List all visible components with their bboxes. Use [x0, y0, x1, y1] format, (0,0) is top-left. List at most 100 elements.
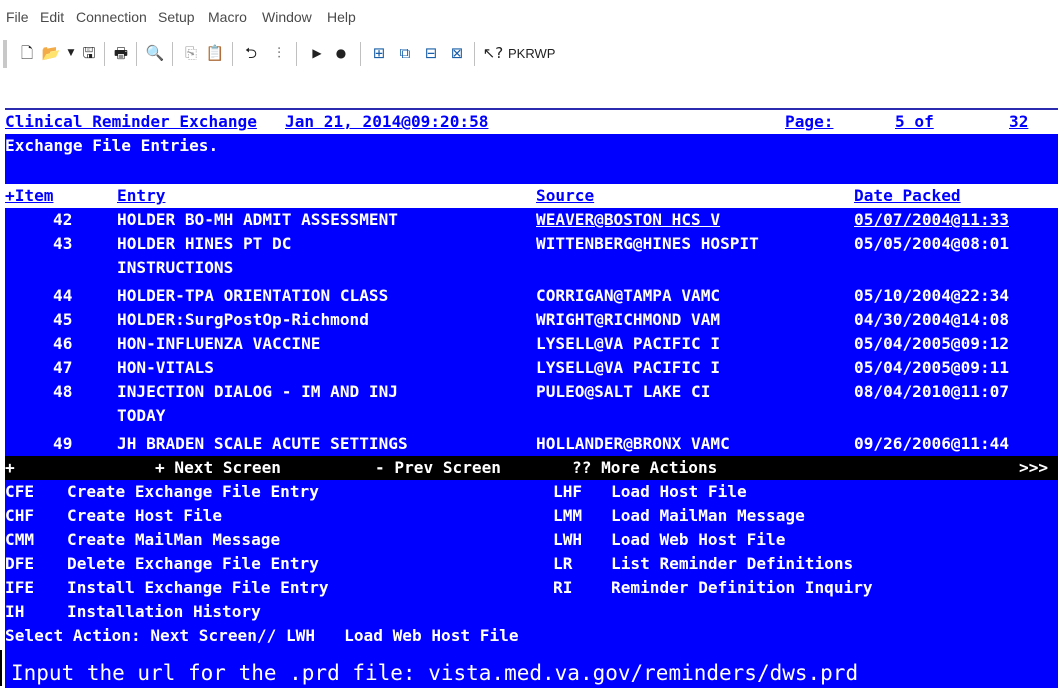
- more-actions[interactable]: ?? More Actions: [572, 456, 717, 480]
- table-row[interactable]: 48 INJECTION DIALOG - IM AND INJ PULEO@S…: [5, 380, 1058, 404]
- action-code[interactable]: CMM: [5, 528, 34, 552]
- toolbar-separator: [172, 42, 173, 66]
- action-code[interactable]: IFE: [5, 576, 34, 600]
- action-label[interactable]: Installation History: [67, 600, 261, 624]
- url-input-prompt[interactable]: Input the url for the .prd file: vista.m…: [5, 658, 1058, 688]
- open-folder-icon[interactable]: 📂: [40, 42, 62, 64]
- play-macro-icon[interactable]: ▶: [306, 42, 328, 64]
- session-label: PKRWP: [508, 46, 556, 61]
- row-item: 42: [53, 210, 73, 229]
- subtitle: Exchange File Entries.: [5, 136, 219, 155]
- row-source: WRIGHT@RICHMOND VAM: [536, 310, 721, 329]
- print-icon[interactable]: 🖶: [110, 42, 132, 64]
- menu-edit[interactable]: Edit: [40, 9, 64, 25]
- column-header: +Item Entry Source Date Packed: [5, 184, 1058, 208]
- action-label[interactable]: Load Host File: [611, 480, 747, 504]
- menu-help[interactable]: Help: [327, 9, 356, 25]
- disconnect-icon[interactable]: ⫶: [268, 42, 290, 64]
- action-label[interactable]: Create Host File: [67, 504, 222, 528]
- action-code[interactable]: LHF: [553, 480, 582, 504]
- row-source: HOLLANDER@BRONX VAMC: [536, 434, 730, 453]
- row-item: 49: [53, 434, 73, 453]
- action-label[interactable]: Create Exchange File Entry: [67, 480, 319, 504]
- action-row: IFE Install Exchange File Entry RI Remin…: [5, 576, 1058, 600]
- table-row[interactable]: 45 HOLDER:SurgPostOp-Richmond WRIGHT@RIC…: [5, 308, 1058, 332]
- action-row: DFE Delete Exchange File Entry LR List R…: [5, 552, 1058, 576]
- context-help-icon[interactable]: ↖?: [482, 42, 504, 64]
- prev-screen-action[interactable]: - Prev Screen: [375, 456, 501, 480]
- action-code[interactable]: CFE: [5, 480, 34, 504]
- toolbar-separator: [360, 42, 361, 66]
- row-date: 05/04/2005@09:12: [854, 334, 1010, 353]
- menu-file[interactable]: File: [6, 9, 29, 25]
- action-code[interactable]: RI: [553, 576, 572, 600]
- next-screen-action[interactable]: + Next Screen: [155, 456, 281, 480]
- page-value: 5 of: [895, 112, 934, 131]
- table-row[interactable]: 42 HOLDER BO-MH ADMIT ASSESSMENT WEAVER@…: [5, 208, 1058, 232]
- table-row-continuation[interactable]: TODAY: [5, 404, 1058, 428]
- table-row[interactable]: 43 HOLDER HINES PT DC WITTENBERG@HINES H…: [5, 232, 1058, 256]
- toolbar-separator: [296, 42, 297, 66]
- row-entry: INSTRUCTIONS: [117, 258, 234, 277]
- more-arrows: >>>: [1019, 458, 1049, 477]
- menu-macro[interactable]: Macro: [208, 9, 247, 25]
- action-code[interactable]: CHF: [5, 504, 34, 528]
- page-label: Page:: [785, 112, 834, 131]
- save-icon[interactable]: 🖫: [78, 42, 100, 64]
- action-code[interactable]: LMM: [553, 504, 582, 528]
- table-row[interactable]: 49 JH BRADEN SCALE ACUTE SETTINGS HOLLAN…: [5, 432, 1058, 456]
- action-label[interactable]: Delete Exchange File Entry: [67, 552, 319, 576]
- table-row[interactable]: 46 HON-INFLUENZA VACCINE LYSELL@VA PACIF…: [5, 332, 1058, 356]
- menu-setup[interactable]: Setup: [158, 9, 195, 25]
- find-icon[interactable]: 🔍: [144, 42, 166, 64]
- table-row[interactable]: 44 HOLDER-TPA ORIENTATION CLASS CORRIGAN…: [5, 284, 1058, 308]
- screen-title: Clinical Reminder Exchange: [5, 112, 257, 131]
- action-label[interactable]: Create MailMan Message: [67, 528, 280, 552]
- row-entry: JH BRADEN SCALE ACUTE SETTINGS: [117, 434, 408, 453]
- table-row[interactable]: 47 HON-VITALS LYSELL@VA PACIFIC I 05/04/…: [5, 356, 1058, 380]
- window-cascade-icon[interactable]: ⧉: [394, 42, 416, 64]
- copy-icon[interactable]: ⎘: [180, 42, 202, 64]
- row-item: 44: [53, 286, 73, 305]
- row-date: 04/30/2004@14:08: [854, 310, 1010, 329]
- window-maximize-icon[interactable]: ⊠: [446, 42, 468, 64]
- terminal-screen[interactable]: Clinical Reminder Exchange Jan 21, 2014@…: [5, 108, 1058, 688]
- window-arrange-icon[interactable]: ⊟: [420, 42, 442, 64]
- row-entry: TODAY: [117, 406, 166, 425]
- toolbar-separator: [232, 42, 233, 66]
- new-document-icon[interactable]: 🗋: [16, 42, 38, 64]
- action-row: CHF Create Host File LMM Load MailMan Me…: [5, 504, 1058, 528]
- url-input-text[interactable]: Input the url for the .prd file: vista.m…: [11, 658, 858, 688]
- action-label[interactable]: Load Web Host File: [611, 528, 785, 552]
- action-code[interactable]: LWH: [553, 528, 582, 552]
- row-source: LYSELL@VA PACIFIC I: [536, 334, 721, 353]
- toolbar-separator: [474, 42, 475, 66]
- row-item: 45: [53, 310, 73, 329]
- action-label[interactable]: Reminder Definition Inquiry: [611, 576, 873, 600]
- row-source: WITTENBERG@HINES HOSPIT: [536, 234, 759, 253]
- action-code[interactable]: IH: [5, 600, 24, 624]
- toolbar-separator: [136, 42, 137, 66]
- row-date: 08/04/2010@11:07: [854, 382, 1010, 401]
- row-date: 09/26/2006@11:44: [854, 434, 1010, 453]
- col-date: Date Packed: [854, 186, 961, 205]
- nav-marker: +: [5, 458, 15, 477]
- menu-connection[interactable]: Connection: [76, 9, 147, 25]
- row-date: 05/04/2005@09:11: [854, 358, 1010, 377]
- action-label[interactable]: Load MailMan Message: [611, 504, 805, 528]
- row-item: 43: [53, 234, 73, 253]
- action-label[interactable]: List Reminder Definitions: [611, 552, 853, 576]
- connect-icon[interactable]: ⮌: [240, 42, 262, 64]
- action-code[interactable]: LR: [553, 552, 572, 576]
- action-code[interactable]: DFE: [5, 552, 34, 576]
- col-source: Source: [536, 186, 595, 205]
- paste-icon[interactable]: 📋: [204, 42, 226, 64]
- record-macro-icon[interactable]: ●: [330, 42, 352, 64]
- action-row: CFE Create Exchange File Entry LHF Load …: [5, 480, 1058, 504]
- window-tile-icon[interactable]: ⊞: [368, 42, 390, 64]
- table-row-continuation[interactable]: INSTRUCTIONS: [5, 256, 1058, 280]
- select-action-prompt: Select Action: Next Screen// LWH Load We…: [5, 626, 519, 645]
- toolbar-grip[interactable]: [3, 40, 7, 68]
- menu-window[interactable]: Window: [262, 9, 312, 25]
- action-label[interactable]: Install Exchange File Entry: [67, 576, 329, 600]
